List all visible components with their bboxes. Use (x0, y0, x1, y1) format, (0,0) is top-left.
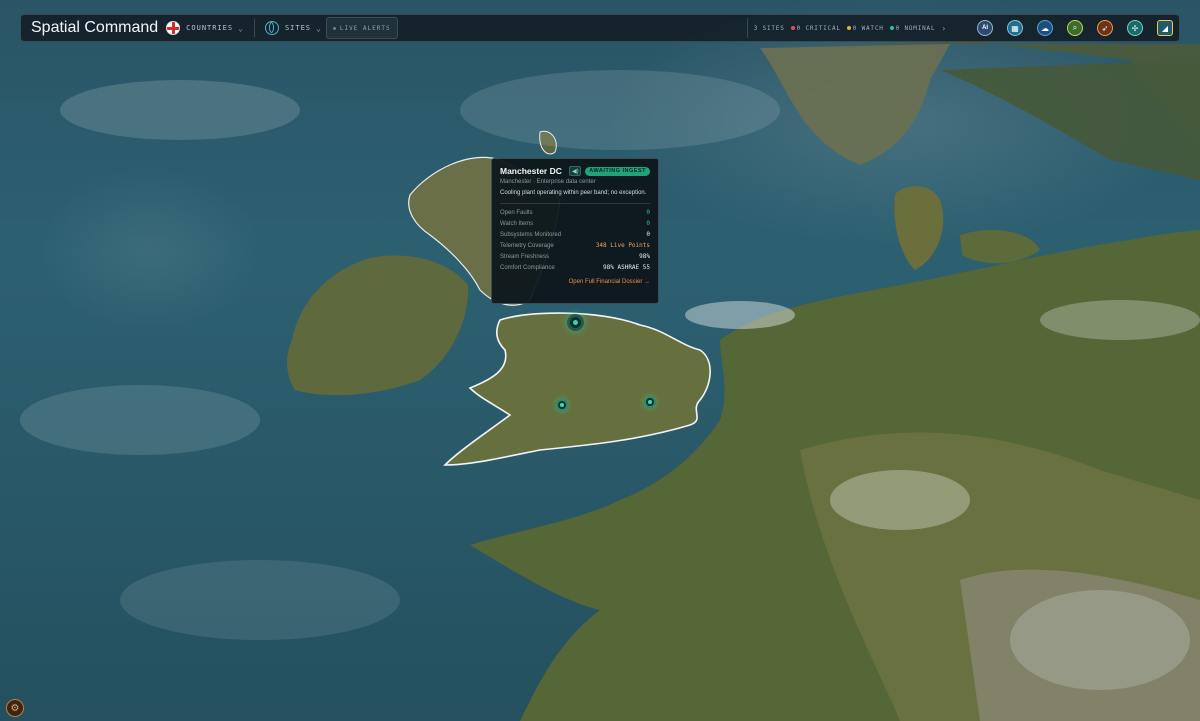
countries-dropdown[interactable]: COUNTRIES ⌄ (186, 24, 244, 33)
ai-icon[interactable]: AI (977, 20, 993, 36)
metric-value: 0 (646, 220, 650, 227)
chevron-down-icon: ⌄ (316, 23, 322, 33)
nominal-status: 0 NOMINAL (889, 24, 936, 32)
metric-row: Telemetry Coverage 348 Live Points (500, 240, 650, 251)
site-count: 3 SITES (753, 24, 785, 32)
metric-value: 0 (646, 209, 650, 216)
watch-count: 0 WATCH (852, 24, 884, 32)
gear-icon[interactable]: ⚙ (6, 699, 24, 717)
metric-row: Comfort Compliance 98% ASHRAE 55 (500, 262, 650, 273)
site-marker-london[interactable] (644, 396, 656, 408)
watch-status: 0 WATCH (846, 24, 884, 32)
metric-label: Telemetry Coverage (500, 242, 554, 249)
sites-label: SITES (284, 24, 312, 32)
watch-dot-icon (846, 26, 851, 30)
flag-england-icon[interactable] (166, 21, 181, 35)
open-dossier-link[interactable]: Open Full Financial Dossier → (500, 279, 650, 285)
popup-description: Cooling plant operating within peer band… (500, 190, 647, 196)
solar-icon[interactable]: ▦ (1007, 20, 1023, 36)
chevron-right-icon: › (941, 23, 947, 33)
metric-value: 98% ASHRAE 55 (603, 264, 650, 271)
app-title: Spatial Command (31, 19, 159, 36)
globe-icon[interactable] (264, 21, 279, 35)
site-marker-manchester[interactable] (567, 314, 584, 331)
ai-icon-label: AI (982, 25, 988, 31)
metric-row: Open Faults 0 (500, 207, 650, 218)
status-badge: AWAITING INGEST (585, 166, 650, 176)
popup-subtitle: Manchester · Enterprise data center (500, 179, 596, 185)
wind-icon[interactable]: ✢ (1127, 20, 1143, 36)
metric-row: Watch Items 0 (500, 218, 650, 229)
metric-row: Subsystems Monitored 0 (500, 229, 650, 240)
site-marker-bristol[interactable] (556, 399, 568, 411)
search-icon[interactable]: ⌕ (1067, 20, 1083, 36)
toolbar-icons: AI ▦ ☁ ⌕ ➶ ✢ ◢ (963, 20, 1173, 36)
metric-label: Comfort Compliance (500, 264, 555, 271)
metric-value: 348 Live Points (595, 242, 650, 249)
live-alerts-label: LIVE ALERTS (339, 24, 391, 32)
live-alerts-button[interactable]: LIVE ALERTS (325, 17, 398, 39)
divider (253, 19, 255, 37)
critical-dot-icon (790, 26, 795, 30)
popup-header: Manchester DC ◀) AWAITING INGEST (500, 166, 650, 176)
metric-label: Watch Items (500, 220, 534, 227)
popup-title: Manchester DC (500, 166, 562, 176)
nominal-count: 0 NOMINAL (895, 24, 936, 32)
compass-icon[interactable]: ➶ (1097, 20, 1113, 36)
metric-label: Subsystems Monitored (500, 231, 562, 238)
cloud-icon[interactable]: ☁ (1037, 20, 1053, 36)
site-status-summary[interactable]: 3 SITES 0 CRITICAL 0 WATCH 0 NOMINAL › (746, 18, 953, 38)
countries-label: COUNTRIES (186, 24, 234, 32)
live-dot-icon (332, 26, 336, 30)
chart-icon[interactable]: ◢ (1157, 20, 1173, 36)
metric-label: Stream Freshness (500, 253, 550, 260)
sites-dropdown[interactable]: SITES ⌄ (285, 24, 322, 33)
metric-label: Open Faults (500, 209, 533, 216)
divider (500, 203, 650, 204)
map-terrain (20, 42, 1200, 721)
chevron-down-icon: ⌄ (238, 23, 244, 33)
metric-row: Stream Freshness 98% (500, 251, 650, 262)
satellite-map[interactable] (0, 0, 1200, 721)
nominal-dot-icon (889, 26, 894, 30)
metric-value: 98% (639, 253, 650, 260)
critical-count: 0 CRITICAL (796, 24, 841, 32)
top-bar: Spatial Command COUNTRIES ⌄ SITES ⌄ LIVE… (20, 14, 1180, 42)
metric-value: 0 (646, 231, 650, 238)
site-popup: Manchester DC ◀) AWAITING INGEST Manches… (491, 158, 659, 304)
speaker-icon[interactable]: ◀) (569, 166, 582, 176)
critical-status: 0 CRITICAL (790, 24, 841, 32)
